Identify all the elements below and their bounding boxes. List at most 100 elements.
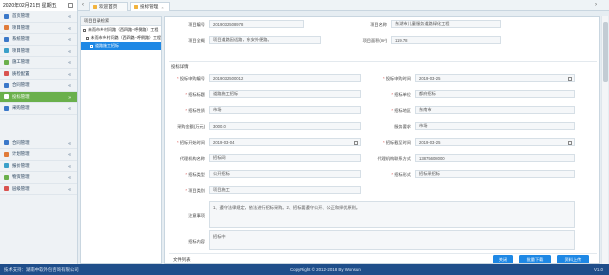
sidebar-menu-icon bbox=[4, 105, 9, 111]
tree-node[interactable]: 未而市乡村问路（西四路~呼倒路）工程 bbox=[81, 34, 161, 42]
sidebar-menu-icon bbox=[4, 82, 9, 88]
tender-type-label: * 招标性质 bbox=[185, 108, 205, 113]
sidebar-item-project[interactable]: 项目管理 « bbox=[0, 23, 77, 34]
sidebar-item-label: 物资管理 bbox=[12, 174, 30, 180]
tree-node[interactable]: 未而市乡村问路（西四路~呼倒路）工程 bbox=[81, 26, 161, 34]
sidebar-item-quote[interactable]: 报价管理 « bbox=[0, 161, 77, 172]
top-bar: 2020年02月21日 星期五 ‹ 欢迎首页 投标管理 × › bbox=[0, 0, 609, 11]
date-text: 2020年02月21日 星期五 bbox=[3, 3, 57, 9]
tree-title: 项目目录检索 bbox=[81, 17, 161, 26]
tender-no-field[interactable]: 2019032500012 bbox=[209, 74, 361, 82]
form-field[interactable]: 招标采招标 bbox=[415, 170, 575, 178]
tree-node-selected[interactable]: 道路施工招标 bbox=[81, 42, 161, 50]
app-root: 2020年02月21日 星期五 ‹ 欢迎首页 投标管理 × › 首页管理 « 项… bbox=[0, 0, 609, 275]
section-divider bbox=[169, 253, 597, 254]
sidebar-menu-icon bbox=[4, 186, 9, 192]
sidebar-menu-icon bbox=[4, 151, 9, 157]
tender-detail-panel: 项目编号 2019032508978 项目名称 东湖市儿童服务道路绿化工程 项目… bbox=[164, 16, 600, 264]
batch-download-button[interactable]: 批量下载 bbox=[519, 255, 551, 263]
tab-scroll-right-icon[interactable]: › bbox=[592, 2, 600, 9]
sidebar-item-contract[interactable]: 合同管理 « bbox=[0, 80, 77, 92]
project-code-field[interactable]: 2019032508978 bbox=[209, 20, 304, 28]
calendar-icon[interactable] bbox=[568, 140, 572, 145]
chevron-double-up-icon: « bbox=[68, 140, 71, 147]
sidebar-menu-icon bbox=[4, 25, 9, 31]
tender-type-field[interactable]: 市场 bbox=[209, 106, 361, 114]
main-scrollbar[interactable] bbox=[601, 16, 608, 264]
end-time-field[interactable]: 2019-03-25 bbox=[415, 138, 575, 146]
chevron-double-up-icon: « bbox=[68, 14, 71, 20]
budget-field[interactable]: 3000.0 bbox=[209, 122, 361, 130]
bidder-field[interactable]: 都府招标 bbox=[415, 90, 575, 98]
sidebar-menu-icon bbox=[4, 174, 9, 180]
tender-title-field[interactable]: 道路施工招标 bbox=[209, 90, 361, 98]
project-name-field[interactable]: 东湖市儿童服务道路绿化工程 bbox=[391, 20, 501, 28]
agent-field[interactable]: 招标网 bbox=[209, 154, 361, 162]
sidebar-item-label: 项目管理 bbox=[12, 47, 30, 53]
tab-scroll-left-icon[interactable]: ‹ bbox=[79, 2, 87, 9]
agent-phone-label: 代理机构联系方式 bbox=[377, 156, 411, 161]
start-time-label: * 招标开始时间 bbox=[177, 140, 205, 145]
sidebar-menu-icon bbox=[4, 163, 9, 169]
method-label: * 招标类型 bbox=[185, 172, 205, 177]
project-name-label: 项目名称 bbox=[370, 22, 387, 27]
sidebar-item-label: 系统管理 bbox=[12, 36, 30, 42]
upload-files-button[interactable]: 资料上传 bbox=[557, 255, 589, 263]
sidebar-item-materials[interactable]: 物资管理 « bbox=[0, 172, 77, 184]
tree-toggle-icon[interactable] bbox=[86, 36, 89, 40]
sidebar-item-purchase[interactable]: 采购管理 « bbox=[0, 103, 77, 115]
sidebar-menu-icon bbox=[4, 59, 9, 65]
start-time-field[interactable]: 2019-03-04 bbox=[209, 138, 361, 146]
sidebar-item-label: 质检配置 bbox=[12, 70, 30, 76]
close-tab-icon[interactable]: × bbox=[161, 5, 163, 10]
sidebar-item-contract-2[interactable]: 合同管理 « bbox=[0, 138, 77, 149]
project-overview-label: 项目全概 bbox=[188, 38, 205, 43]
bidder-label: * 招标单位 bbox=[391, 92, 411, 97]
class-field[interactable]: 项目施工 bbox=[209, 186, 361, 194]
notes-textarea[interactable]: 1、遵守法律规定，依法进行招标采购。2、招标要遵守公开、公正和择优原则。 bbox=[209, 201, 575, 228]
section-divider bbox=[169, 61, 597, 62]
sidebar-item-label: 施工管理 bbox=[12, 59, 30, 65]
project-code-label: 项目编号 bbox=[188, 22, 205, 27]
section-title: 投标详情 bbox=[171, 64, 189, 69]
chevron-double-up-icon: « bbox=[68, 48, 71, 55]
tree-node-label: 未而市乡村问路（西四路~呼倒路）工程 bbox=[90, 35, 161, 40]
sidebar-item-label: 合同管理 bbox=[12, 82, 30, 88]
sidebar-item-label: 计划管理 bbox=[12, 151, 30, 157]
sidebar-item-level[interactable]: 层级管理 « bbox=[0, 184, 77, 195]
tab-welcome[interactable]: 欢迎首页 bbox=[89, 2, 128, 11]
agent-phone-field[interactable]: 13875608000 bbox=[415, 154, 575, 162]
region-field[interactable]: 东南市 bbox=[415, 106, 575, 114]
chevron-double-up-icon: « bbox=[68, 175, 71, 181]
calendar-icon[interactable] bbox=[354, 140, 358, 145]
region-label: * 招标地区 bbox=[391, 108, 411, 113]
sidebar-item-home[interactable]: 首页管理 « bbox=[0, 11, 77, 23]
service-req-field[interactable]: 市场 bbox=[415, 122, 575, 130]
agent-label: 代理机构名称 bbox=[179, 156, 205, 161]
method-field[interactable]: 公开招标 bbox=[209, 170, 361, 178]
content-label: 招标内容 bbox=[188, 239, 205, 244]
sidebar-item-tender[interactable]: 投标管理 » bbox=[0, 91, 77, 103]
chevron-double-up-icon: « bbox=[68, 60, 71, 66]
scrollbar-thumb[interactable] bbox=[603, 22, 608, 82]
project-tree-panel: 项目目录检索 未而市乡村问路（西四路~呼倒路）工程 未而市乡村问路（西四路~呼倒… bbox=[80, 16, 162, 264]
date-display: 2020年02月21日 星期五 bbox=[0, 0, 78, 11]
sidebar-item-construction[interactable]: 施工管理 « bbox=[0, 57, 77, 69]
sidebar-item-project-2[interactable]: 项目管理 « bbox=[0, 46, 77, 57]
sidebar-item-quality[interactable]: 质检配置 « bbox=[0, 69, 77, 80]
content-textarea[interactable]: 招标中 bbox=[209, 230, 575, 250]
form-label: * 招标形式 bbox=[391, 172, 411, 177]
sidebar-item-plan[interactable]: 计划管理 « bbox=[0, 149, 77, 161]
project-area-field[interactable]: 119.78 bbox=[391, 36, 501, 44]
tab-tender-management[interactable]: 投标管理 × bbox=[130, 2, 170, 11]
class-label: * 项目类别 bbox=[185, 188, 205, 193]
calendar-icon[interactable] bbox=[568, 76, 572, 81]
chevron-double-up-icon: « bbox=[68, 152, 71, 158]
project-area-label: 项目面积(m²) bbox=[362, 38, 387, 43]
sidebar-item-system[interactable]: 系统管理 « bbox=[0, 34, 77, 46]
tender-title-label: * 招标标题 bbox=[185, 92, 205, 97]
project-overview-field[interactable]: 项目道路因适路，东安外便路。 bbox=[209, 36, 321, 44]
tree-toggle-icon[interactable] bbox=[83, 28, 86, 32]
close-button[interactable]: 关闭 bbox=[493, 255, 513, 263]
tender-date-field[interactable]: 2019-03-25 bbox=[415, 74, 575, 82]
